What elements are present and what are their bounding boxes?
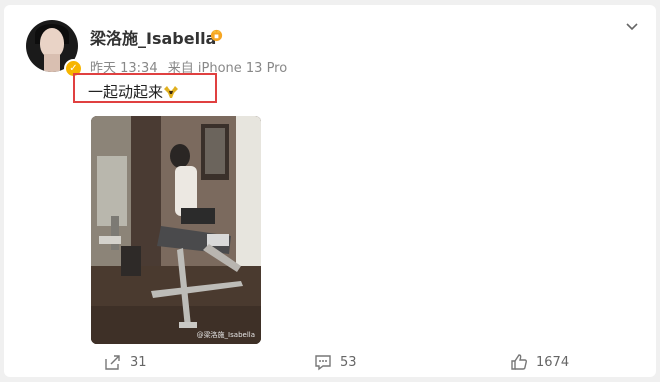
post-text: 一起动起来 (88, 81, 179, 102)
weibo-post-card: ✓ 梁洛施_Isabella 昨天 13:34 来自 iPhone 13 Pro… (4, 5, 656, 377)
author-name[interactable]: 梁洛施_Isabella (90, 25, 216, 49)
action-bar: 31 53 1674 (4, 349, 656, 375)
member-crown-icon (210, 29, 223, 42)
repost-icon (105, 355, 120, 370)
like-count: 1674 (536, 354, 570, 370)
post-image[interactable]: @梁洛施_Isabella (91, 116, 261, 344)
muscle-emoji-icon (164, 86, 179, 98)
thumbs-up-icon (511, 354, 527, 370)
repost-count: 31 (130, 354, 147, 370)
repost-button[interactable]: 31 (104, 349, 147, 375)
post-text-content: 一起动起来 (88, 83, 164, 101)
image-watermark: @梁洛施_Isabella (196, 331, 255, 339)
chevron-down-icon[interactable] (624, 19, 640, 35)
like-button[interactable]: 1674 (510, 349, 569, 375)
comment-count: 53 (340, 354, 357, 370)
comment-icon (315, 355, 331, 371)
comment-button[interactable]: 53 (314, 349, 357, 375)
gym-photo (91, 116, 261, 344)
avatar-neck (44, 54, 60, 72)
